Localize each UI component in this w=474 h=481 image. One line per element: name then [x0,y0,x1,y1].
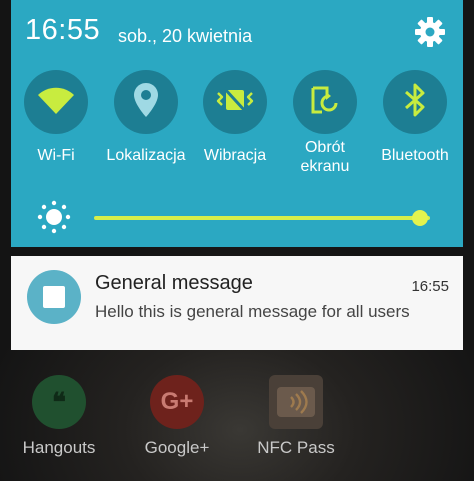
brightness-sun-icon [37,200,71,234]
toggle-circle [114,70,178,134]
home-app-label: Hangouts [22,438,96,457]
toggle-circle [293,70,357,134]
home-app-nfc-pass[interactable]: NFC Pass [246,375,346,458]
notification-body: Hello this is general message for all us… [95,302,410,321]
hangouts-icon: ❝ [32,375,86,429]
toggle-label: Obrót ekranu [300,139,350,175]
square-icon [43,286,65,308]
quick-settings-panel: 16:55 sob., 20 kwietnia Wi-Fi Lokalizacj… [11,0,463,247]
toggle-circle [203,70,267,134]
toggle-label: Bluetooth [381,147,449,164]
home-app-googleplus[interactable]: G+ Google+ [127,375,227,458]
toggle-bluetooth[interactable]: Bluetooth [367,70,463,165]
bluetooth-icon [403,82,427,123]
toggle-vibration[interactable]: Wibracja [187,70,283,165]
wifi-icon [36,85,76,120]
brightness-control [11,196,463,242]
quick-toggles-row: Wi-Fi Lokalizacja Wibracja Obrót ekranu … [11,70,463,190]
notification-title: General message [95,272,253,294]
notification-time: 16:55 [411,278,449,295]
toggle-label: Lokalizacja [106,147,186,164]
toggle-location[interactable]: Lokalizacja [98,70,194,165]
home-app-label: NFC Pass [257,438,335,457]
brightness-slider-track[interactable] [94,216,430,220]
nfc-wallet-icon [269,375,323,429]
toggle-rotation[interactable]: Obrót ekranu [277,70,373,176]
settings-gear-icon[interactable] [412,14,448,50]
vibration-icon [215,85,255,120]
brightness-slider-thumb[interactable] [411,210,428,226]
home-app-hangouts[interactable]: ❝ Hangouts [9,375,109,458]
home-app-label: Google+ [144,438,210,457]
toggle-circle [24,70,88,134]
googleplus-icon: G+ [150,375,204,429]
toggle-wifi[interactable]: Wi-Fi [8,70,104,165]
rotate-icon [308,83,342,122]
toggle-circle [383,70,447,134]
notification-card[interactable]: General message 16:55 Hello this is gene… [11,256,463,350]
toggle-label: Wi-Fi [37,147,75,164]
location-icon [133,82,159,123]
clock: 16:55 [25,14,101,46]
toggle-label: Wibracja [203,147,267,164]
svg-text:❝: ❝ [52,387,66,417]
notification-app-icon [27,270,81,324]
date-label: sob., 20 kwietnia [118,26,253,46]
